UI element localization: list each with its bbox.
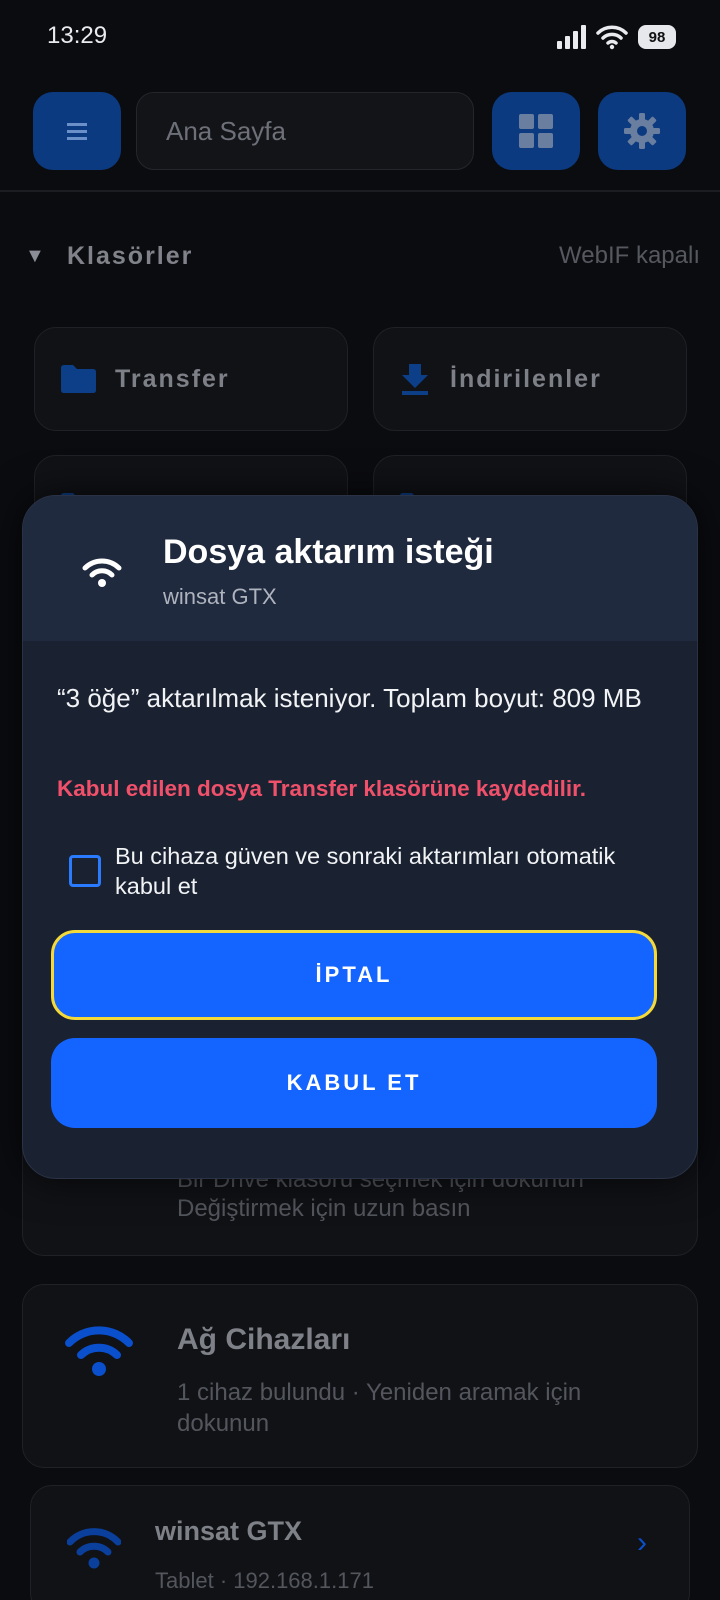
device-list-item[interactable]: winsat GTX Tablet · 192.168.1.171 ›	[30, 1485, 690, 1600]
battery-indicator: 98	[638, 25, 676, 49]
trust-label: Bu cihaza güven ve sonraki aktarımları o…	[115, 843, 616, 899]
download-icon	[402, 364, 428, 395]
transfer-request-dialog: Dosya aktarım isteği winsat GTX “3 öğe” …	[22, 495, 698, 1179]
screen: 13:29 98 Ana Sayfa ▼ Klasörler WebIF kap…	[0, 0, 720, 1600]
settings-button[interactable]	[598, 92, 686, 170]
gear-icon	[624, 113, 660, 149]
device-name: winsat GTX	[155, 1516, 303, 1546]
wifi-icon	[65, 1326, 133, 1376]
status-bar: 13:29 98	[0, 0, 720, 72]
menu-button[interactable]	[33, 92, 121, 170]
collapse-triangle-icon[interactable]: ▼	[25, 245, 67, 268]
grid-view-button[interactable]	[492, 92, 580, 170]
cancel-button[interactable]: İPTAL	[51, 930, 657, 1020]
dialog-subtitle: winsat GTX	[163, 584, 277, 609]
device-details: Tablet · 192.168.1.171	[155, 1568, 374, 1593]
status-time: 13:29	[47, 22, 108, 49]
accept-button[interactable]: KABUL ET	[51, 1038, 657, 1128]
dialog-icon-wrap	[67, 535, 137, 605]
search-input[interactable]: Ana Sayfa	[136, 92, 474, 170]
folder-label: Transfer	[115, 364, 230, 393]
folder-card-downloads[interactable]: İndirilenler	[373, 327, 687, 431]
status-icons: 98	[556, 22, 676, 52]
webif-status[interactable]: WebIF kapalı	[559, 242, 700, 270]
grid-icon	[519, 114, 553, 148]
drive-hint-long-press: Değiştirmek için uzun basın	[177, 1195, 471, 1222]
network-devices-card[interactable]: Ağ Cihazları 1 cihaz bulundu · Yeniden a…	[22, 1284, 698, 1468]
network-title: Ağ Cihazları	[177, 1323, 351, 1356]
top-toolbar: Ana Sayfa	[0, 90, 720, 170]
trust-checkbox[interactable]	[69, 855, 101, 887]
chevron-right-icon[interactable]: ›	[637, 1526, 647, 1560]
network-subtitle: 1 cihaz bulundu · Yeniden aramak için do…	[177, 1379, 582, 1437]
menu-icon	[67, 123, 87, 140]
dialog-warning: Kabul edilen dosya Transfer klasörüne ka…	[57, 776, 586, 801]
folders-header[interactable]: ▼ Klasörler WebIF kapalı	[25, 236, 700, 276]
folder-label: İndirilenler	[450, 364, 602, 393]
dialog-message: “3 öğe” aktarılmak isteniyor. Toplam boy…	[57, 683, 642, 713]
wifi-icon	[596, 25, 628, 50]
folders-title: Klasörler	[67, 241, 194, 270]
folder-icon	[61, 365, 96, 393]
dialog-header: Dosya aktarım isteği winsat GTX	[23, 496, 697, 641]
wifi-icon	[67, 1528, 121, 1569]
signal-icon	[557, 25, 586, 49]
toolbar-divider	[0, 190, 720, 192]
folder-card-transfer[interactable]: Transfer	[34, 327, 348, 431]
dialog-title: Dosya aktarım isteği	[163, 533, 494, 571]
trust-device-option[interactable]: Bu cihaza güven ve sonraki aktarımları o…	[69, 841, 629, 901]
wifi-icon	[82, 558, 122, 587]
